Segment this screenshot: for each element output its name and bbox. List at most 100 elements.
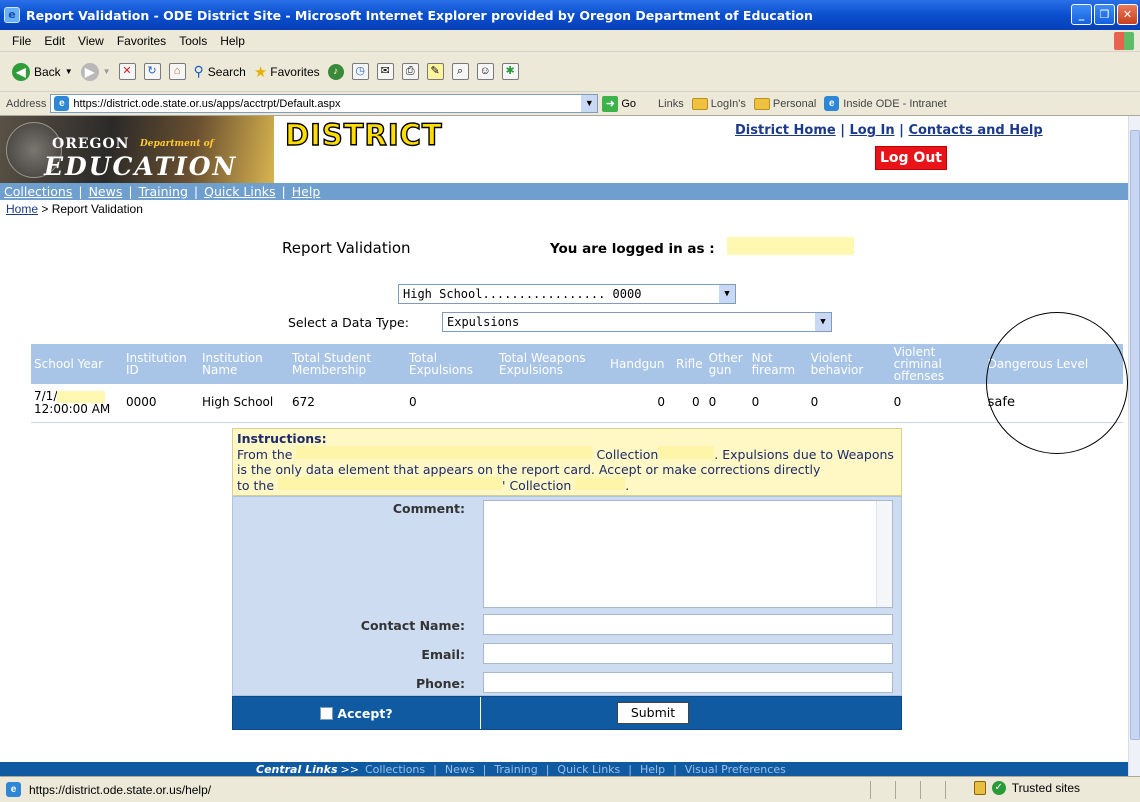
ode-logo[interactable]: OREGON Department of EDUCATION [0, 116, 274, 183]
form-actions: Accept? Submit [232, 696, 902, 730]
logout-button[interactable]: Log Out [875, 146, 947, 170]
chevron-down-icon: ▼ [64, 67, 73, 76]
th-handgun: Handgun [607, 344, 673, 384]
school-year-time: 12:00:00 AM [34, 401, 111, 416]
menu-help[interactable]: Help [220, 34, 245, 48]
nav-collections[interactable]: Collections [4, 184, 72, 199]
central-link-training[interactable]: Training [494, 763, 537, 776]
link-inside-ode[interactable]: Inside ODE - Intranet [843, 98, 946, 110]
nav-news[interactable]: News [89, 184, 123, 199]
history-button[interactable]: ◷ [351, 63, 369, 80]
email-label: Email: [421, 647, 465, 662]
menu-file[interactable]: File [12, 34, 31, 48]
menu-edit[interactable]: Edit [44, 34, 65, 48]
school-select[interactable]: High School................. 0000 ▼ [398, 284, 736, 304]
chevron-down-icon[interactable]: ▼ [815, 313, 831, 331]
edit-button[interactable]: ✎ [426, 63, 444, 80]
media-button[interactable]: ♪ [327, 63, 344, 80]
messenger-button[interactable]: ☺ [476, 63, 494, 80]
cell-total-expulsions: 0 [406, 384, 496, 423]
go-button[interactable]: ➜ Go [602, 95, 636, 112]
nav-training[interactable]: Training [139, 184, 188, 199]
search-button[interactable]: ⚲ Search [194, 63, 246, 80]
close-button[interactable]: ✕ [1117, 4, 1138, 25]
header-links: District Home | Log In | Contacts and He… [735, 123, 1043, 138]
school-year-date: 7/1/ [34, 388, 58, 403]
cell-not-firearm: 0 [748, 384, 808, 423]
th-school-year: School Year [31, 344, 123, 384]
redacted-text [278, 477, 503, 490]
print-button[interactable]: ⎙ [401, 63, 419, 80]
scrollbar-thumb[interactable] [1130, 130, 1140, 740]
phone-input[interactable] [483, 672, 893, 693]
th-violent-criminal: Violent criminal offenses [890, 344, 985, 384]
cell-school-year: 7/1/ 12:00:00 AM [31, 384, 123, 423]
th-institution-id: Institution ID [123, 344, 199, 384]
central-links-arrow: >> [340, 762, 359, 776]
chevron-down-icon[interactable]: ▼ [719, 285, 735, 303]
page-scrollbar[interactable] [1128, 116, 1140, 776]
cell-total-membership: 672 [289, 384, 406, 423]
restore-button[interactable]: ❐ [1094, 4, 1115, 25]
minimize-button[interactable]: _ [1071, 4, 1092, 25]
th-institution-name: Institution Name [199, 344, 289, 384]
log-in-link[interactable]: Log In [850, 123, 895, 138]
central-link-news[interactable]: News [445, 763, 475, 776]
folder-icon [691, 97, 708, 110]
instructions-line-3: to the ' Collection . [237, 477, 630, 493]
email-input[interactable] [483, 643, 893, 664]
central-link-quick-links[interactable]: Quick Links [557, 763, 620, 776]
home-button[interactable]: ⌂ [168, 63, 186, 80]
research-icon: ⌕ [451, 63, 469, 80]
address-input[interactable]: e https://district.ode.state.or.us/apps/… [50, 94, 599, 113]
tool-icon: ✱ [501, 63, 519, 80]
stop-button[interactable]: ✕ [118, 63, 136, 80]
redacted-text [575, 477, 626, 490]
breadcrumb-home[interactable]: Home [6, 202, 38, 216]
breadcrumb: Home > Report Validation [0, 200, 1128, 217]
print-icon: ⎙ [401, 63, 419, 80]
menu-favorites[interactable]: Favorites [117, 34, 166, 48]
page-icon: e [54, 96, 70, 111]
refresh-button[interactable]: ↻ [143, 63, 161, 80]
menu-view[interactable]: View [78, 34, 104, 48]
contact-name-input[interactable] [483, 614, 893, 635]
search-label: Search [207, 64, 246, 79]
central-link-visual-preferences[interactable]: Visual Preferences [685, 763, 786, 776]
chevron-down-icon[interactable]: ▼ [581, 95, 598, 112]
comment-textarea[interactable] [483, 500, 893, 608]
go-arrow-icon: ➜ [602, 95, 619, 112]
central-link-collections[interactable]: Collections [365, 763, 425, 776]
nav-quick-links[interactable]: Quick Links [204, 184, 275, 199]
cell-dangerous-level: safe [984, 384, 1123, 423]
favorites-button[interactable]: ★ Favorites [254, 63, 320, 81]
table-row: 7/1/ 12:00:00 AM 0000 High School 672 0 … [31, 384, 1123, 423]
report-table: School Year Institution ID Institution N… [31, 344, 1123, 423]
ie-page-icon: e [824, 96, 840, 111]
th-other-gun: Other gun [705, 344, 749, 384]
link-logins[interactable]: LogIn's [711, 98, 746, 110]
cell-handgun: 0 [607, 384, 673, 423]
central-link-help[interactable]: Help [640, 763, 665, 776]
research-button[interactable]: ⌕ [451, 63, 469, 80]
district-home-link[interactable]: District Home [735, 123, 836, 138]
home-icon: ⌂ [168, 63, 186, 80]
accept-checkbox[interactable] [320, 706, 334, 720]
forward-button[interactable]: ▶ ▼ [80, 62, 111, 81]
accept-cell: Accept? [233, 697, 481, 729]
submit-button[interactable]: Submit [617, 702, 689, 724]
mail-button[interactable]: ✉ [376, 63, 394, 80]
back-button[interactable]: ◀ Back ▼ [12, 62, 73, 81]
menu-tools[interactable]: Tools [179, 34, 207, 48]
th-total-membership: Total Student Membership [289, 344, 406, 384]
extra-tool-button[interactable]: ✱ [501, 63, 519, 80]
logged-in-label: You are logged in as : [550, 241, 715, 257]
link-personal[interactable]: Personal [773, 98, 816, 110]
textarea-scrollbar[interactable] [876, 501, 892, 607]
window-controls: _ ❐ ✕ [1071, 4, 1138, 25]
stop-icon: ✕ [118, 63, 136, 80]
data-type-select[interactable]: Expulsions ▼ [442, 312, 832, 332]
nav-help[interactable]: Help [292, 184, 321, 199]
page-viewport: OREGON Department of EDUCATION DISTRICT … [0, 116, 1128, 776]
contacts-help-link[interactable]: Contacts and Help [908, 123, 1042, 138]
